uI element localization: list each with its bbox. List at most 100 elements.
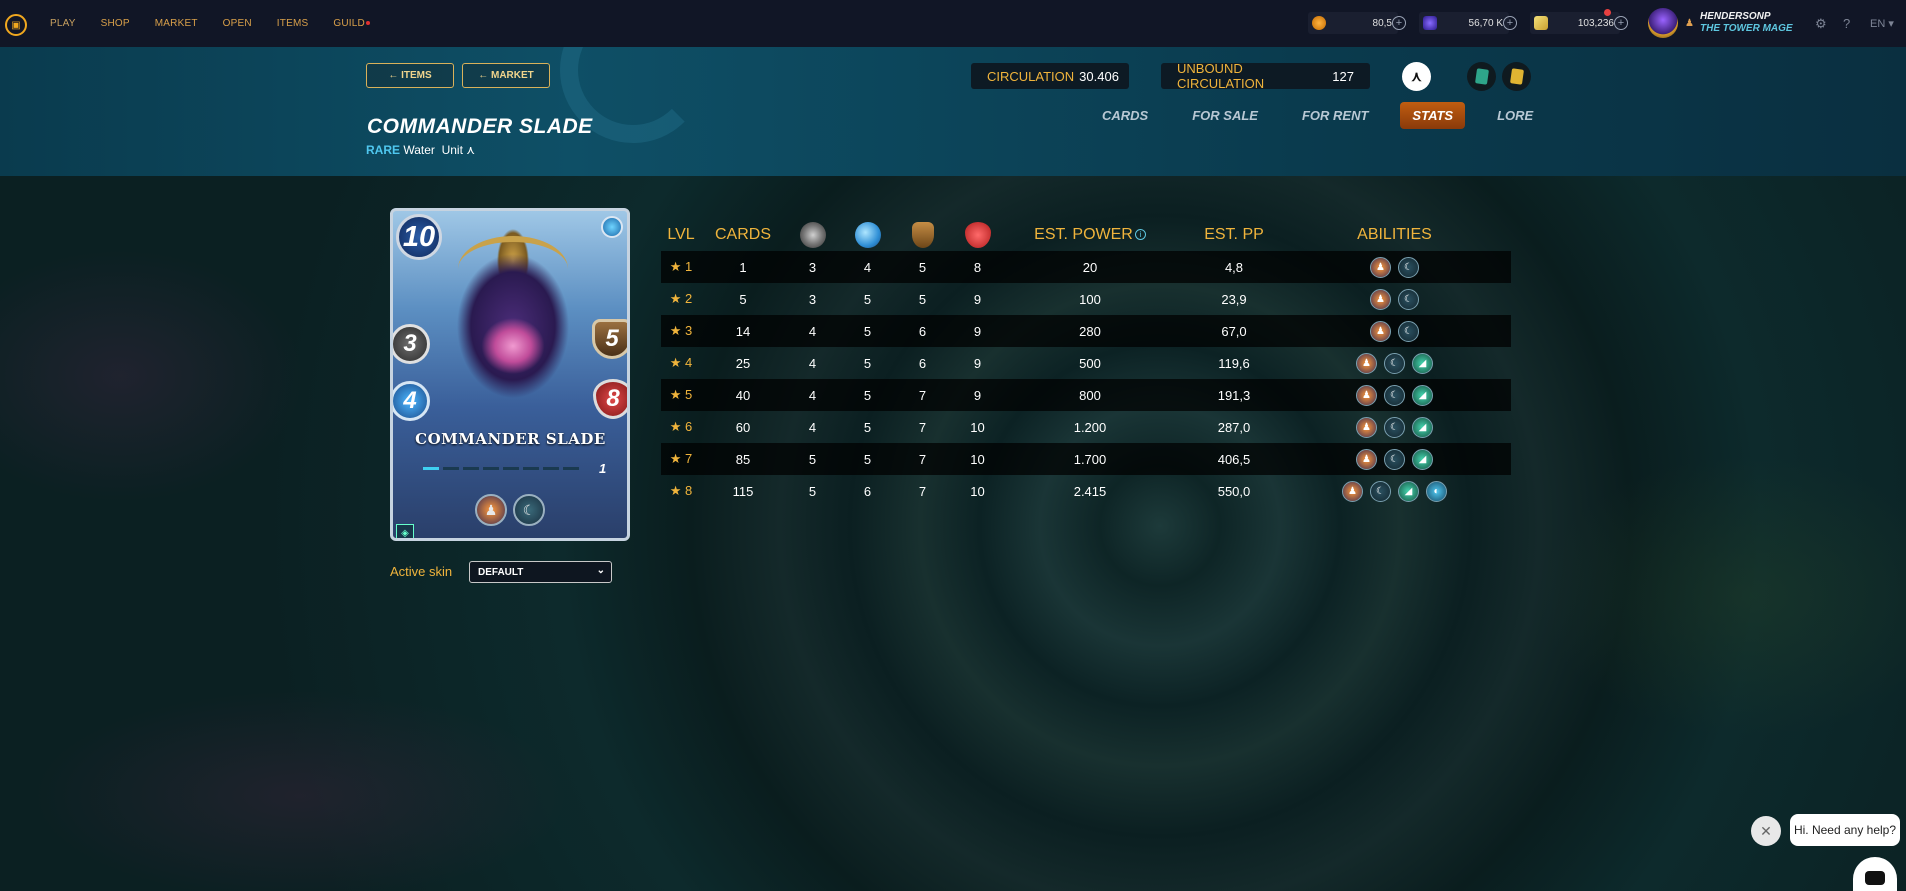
ability-inspire-icon[interactable]: ♟ <box>1356 384 1377 406</box>
nav-guild[interactable]: GUILD <box>333 18 370 29</box>
nav-market[interactable]: MARKET <box>155 18 198 29</box>
ability-claw-icon[interactable]: ☾ <box>1398 288 1419 310</box>
back-to-market-button[interactable]: ← MARKET <box>462 63 550 88</box>
tab-lore[interactable]: LORE <box>1485 102 1545 129</box>
col-melee <box>785 222 840 248</box>
ability-claw-icon[interactable]: ☾ <box>1384 448 1405 470</box>
ability-claw-icon[interactable]: ☾ <box>513 494 545 526</box>
main-nav: PLAY SHOP MARKET OPEN ITEMS GUILD <box>50 18 395 29</box>
settings-gear-icon[interactable]: ⚙ <box>1815 16 1827 32</box>
magic-cell: 5 <box>863 355 872 371</box>
ability-inspire-icon[interactable]: ♟ <box>1370 256 1391 278</box>
help-icon[interactable]: ? <box>1843 16 1850 31</box>
nav-open[interactable]: OPEN <box>223 18 252 29</box>
ability-claw-icon[interactable]: ☾ <box>1384 352 1405 374</box>
tab-cards[interactable]: CARDS <box>1090 102 1160 129</box>
card-level: 1 <box>599 461 607 476</box>
lvl-cell: ★ 8 <box>669 483 693 498</box>
gold-card-toggle-icon[interactable] <box>1502 62 1531 91</box>
health-cell: 9 <box>973 291 982 307</box>
ability-shield-icon[interactable]: ◢ <box>1412 352 1433 374</box>
col-abilities: ABILITIES <box>1357 226 1432 243</box>
unbound-label: UNBOUND CIRCULATION <box>1177 61 1265 91</box>
credits-balance[interactable]: 80,5 <box>1308 12 1398 34</box>
tab-for-sale[interactable]: FOR SALE <box>1180 102 1270 129</box>
lvl-cell: ★ 7 <box>669 451 693 466</box>
est-power-cell: 20 <box>1082 259 1098 275</box>
tab-stats[interactable]: STATS <box>1400 102 1466 129</box>
magic-cell: 5 <box>863 387 872 403</box>
col-cards: CARDS <box>714 226 771 243</box>
ability-inspire-icon[interactable]: ♟ <box>1342 480 1363 502</box>
ability-inspire-icon[interactable]: ♟ <box>1370 320 1391 342</box>
add-credits-button[interactable]: + <box>1392 16 1406 30</box>
armor-cell: 5 <box>918 291 927 307</box>
dec-balance[interactable]: 56,70 K <box>1419 12 1509 34</box>
card-image[interactable]: 10 3 4 5 8 COMMANDER SLADE 1 ♟ ☾ ◈ <box>390 208 630 541</box>
ability-shield-icon[interactable]: ◢ <box>1412 416 1433 438</box>
nav-shop[interactable]: SHOP <box>101 18 130 29</box>
health-badge: 8 <box>593 379 627 419</box>
back-to-items-button[interactable]: ← ITEMS <box>366 63 454 88</box>
ability-shield-icon[interactable]: ◢ <box>1398 480 1419 502</box>
table-row: ★ 3 14 4 5 6 9 280 67,0 ♟ ☾ <box>661 315 1511 347</box>
add-dec-button[interactable]: + <box>1503 16 1517 30</box>
melee-attack-badge: 3 <box>393 324 430 364</box>
edition-icon[interactable]: ⋏ <box>1402 62 1431 91</box>
lvl-cell: ★ 1 <box>669 259 693 274</box>
ability-inspire-icon[interactable]: ♟ <box>1370 288 1391 310</box>
ability-claw-icon[interactable]: ☾ <box>1384 416 1405 438</box>
avatar[interactable] <box>1648 8 1678 38</box>
ability-inspire-icon[interactable]: ♟ <box>1356 352 1377 374</box>
ability-water-icon[interactable]: ◐ <box>1426 480 1447 502</box>
ability-inspire-icon[interactable]: ♟ <box>1356 448 1377 470</box>
nav-play[interactable]: PLAY <box>50 18 76 29</box>
tab-for-rent[interactable]: FOR RENT <box>1290 102 1380 129</box>
col-est-pp: EST. PP <box>1204 226 1264 243</box>
magic-cell: 5 <box>863 451 872 467</box>
active-skin-label: Active skin <box>390 564 453 579</box>
user-name[interactable]: HENDERSONP <box>1700 11 1771 22</box>
close-icon[interactable]: ✕ <box>1751 816 1781 846</box>
est-pp-cell: 287,0 <box>1217 419 1251 435</box>
melee-attack-icon <box>799 222 826 248</box>
ability-claw-icon[interactable]: ☾ <box>1398 320 1419 342</box>
armor-cell: 7 <box>918 387 927 403</box>
est-power-cell: 280 <box>1079 323 1101 339</box>
ability-shield-icon[interactable]: ◢ <box>1412 384 1433 406</box>
est-pp-cell: 406,5 <box>1217 451 1251 467</box>
health-cell: 10 <box>970 483 985 499</box>
cards-cell: 5 <box>739 291 747 307</box>
menu-logo-icon[interactable]: ▣ <box>5 14 27 36</box>
ability-inspire-icon[interactable]: ♟ <box>475 494 507 526</box>
regular-card-toggle-icon[interactable] <box>1467 62 1496 91</box>
table-row: ★ 1 1 3 4 5 8 20 4,8 ♟ ☾ <box>661 251 1511 283</box>
nav-items[interactable]: ITEMS <box>277 18 309 29</box>
ability-claw-icon[interactable]: ☾ <box>1398 256 1419 278</box>
card-artwork <box>433 221 593 421</box>
ability-shield-icon[interactable]: ◢ <box>1412 448 1433 470</box>
water-element-icon <box>601 216 623 238</box>
armor-cell: 7 <box>918 451 927 467</box>
arrow-left-icon: ← <box>388 70 402 81</box>
mana-cost-badge: 10 <box>396 214 442 260</box>
table-row: ★ 2 5 3 5 5 9 100 23,9 ♟ ☾ <box>661 283 1511 315</box>
armor-cell: 6 <box>918 323 927 339</box>
language-select[interactable]: EN ▾ <box>1870 17 1894 30</box>
edition-footer-icon: ◈ <box>396 524 414 538</box>
health-cell: 10 <box>970 451 985 467</box>
chat-greeting[interactable]: Hi. Need any help? <box>1790 814 1900 846</box>
col-health <box>950 222 1005 248</box>
back-items-label: ITEMS <box>401 70 432 81</box>
abilities-cell: ♟ ☾ ◢ <box>1293 416 1496 438</box>
ability-inspire-icon[interactable]: ♟ <box>1356 416 1377 438</box>
active-skin-select[interactable]: DEFAULT ⌄ <box>469 561 612 583</box>
abilities-cell: ♟ ☾ <box>1293 320 1496 342</box>
info-icon[interactable]: i <box>1134 229 1146 241</box>
lvl-cell: ★ 5 <box>669 387 693 402</box>
back-market-label: MARKET <box>491 70 534 81</box>
add-sps-button[interactable]: + <box>1614 16 1628 30</box>
ability-claw-icon[interactable]: ☾ <box>1370 480 1391 502</box>
ability-claw-icon[interactable]: ☾ <box>1384 384 1405 406</box>
armor-icon <box>911 222 934 248</box>
